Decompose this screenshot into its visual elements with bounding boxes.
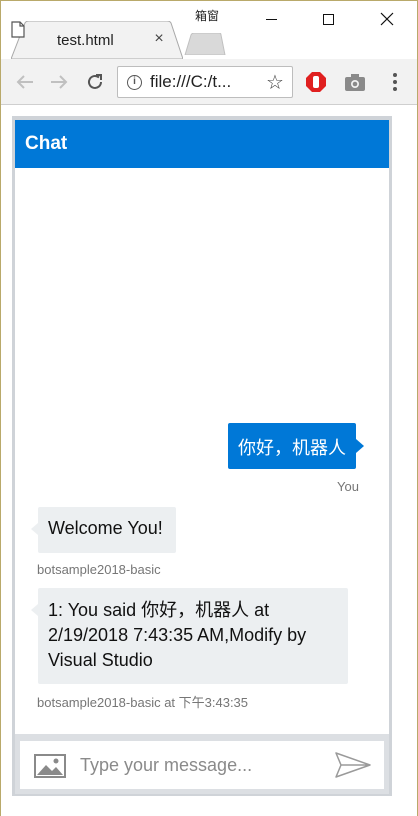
maximize-icon xyxy=(322,13,334,25)
tab-label: test.html xyxy=(57,32,114,49)
tab-test-html[interactable]: test.html × xyxy=(11,21,183,59)
new-tab-button[interactable] xyxy=(183,33,227,55)
menu-icon[interactable] xyxy=(387,71,403,93)
chat-header: Chat xyxy=(15,120,389,168)
close-icon xyxy=(380,12,394,26)
forward-button[interactable] xyxy=(47,70,71,94)
star-icon[interactable]: ☆ xyxy=(266,70,284,95)
minimize-button[interactable] xyxy=(249,1,293,37)
bot-message: Welcome You! xyxy=(31,507,176,553)
maximize-button[interactable] xyxy=(306,1,350,37)
camera-icon[interactable] xyxy=(344,72,366,92)
close-window-button[interactable] xyxy=(365,1,409,37)
chat-window: Chat 你好，机器人 You Welcome You! botsample20… xyxy=(12,116,392,796)
page-icon xyxy=(11,21,25,38)
browser-toolbar: i file:///C:/t... ☆ xyxy=(1,59,417,105)
tab-close-icon[interactable]: × xyxy=(149,29,169,49)
send-icon[interactable] xyxy=(335,752,371,778)
user-message: 你好，机器人 xyxy=(228,423,364,469)
url-text[interactable]: file:///C:/t... xyxy=(150,72,260,92)
chat-input-area xyxy=(15,734,389,794)
bot-message: 1: You said 你好，机器人 at 2/19/2018 7:43:35 … xyxy=(31,588,348,684)
browser-window: 箱窗 test.html × i file:///C:/t... ☆ Chat … xyxy=(0,0,418,816)
bot-message-meta: botsample2018-basic at 下午3:43:35 xyxy=(37,695,249,710)
back-icon xyxy=(16,75,33,89)
chat-input-box xyxy=(20,741,384,789)
reload-icon xyxy=(88,74,102,89)
reload-button[interactable] xyxy=(83,70,107,94)
forward-icon xyxy=(51,75,68,89)
message-input[interactable] xyxy=(80,751,320,779)
page-content: Chat 你好，机器人 You Welcome You! botsample20… xyxy=(1,106,417,816)
address-bar[interactable]: i file:///C:/t... ☆ xyxy=(117,66,293,98)
user-message-meta: You xyxy=(337,479,359,494)
title-bar: 箱窗 test.html × xyxy=(1,1,417,59)
window-title: 箱窗 xyxy=(195,9,220,23)
back-button[interactable] xyxy=(13,70,37,94)
info-icon[interactable]: i xyxy=(127,75,142,90)
minimize-icon xyxy=(265,18,277,20)
bot-message-meta: botsample2018-basic xyxy=(37,562,161,577)
image-upload-icon[interactable] xyxy=(34,754,66,778)
stop-extension-icon[interactable] xyxy=(305,71,327,93)
